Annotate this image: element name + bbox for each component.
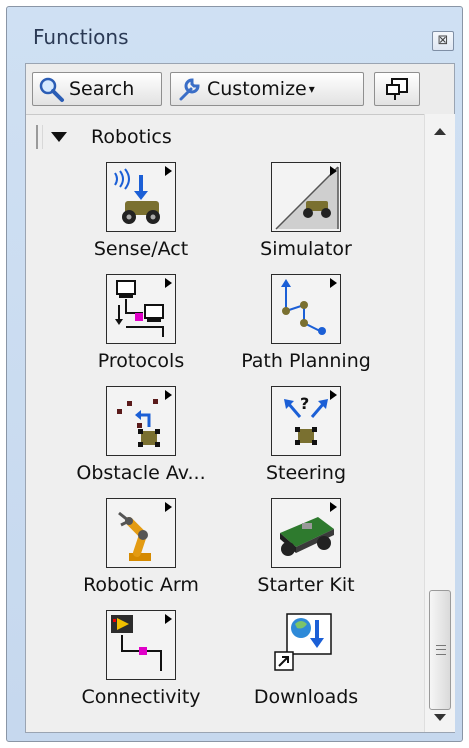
path-planning-icon: [271, 274, 341, 344]
wrench-icon: [179, 78, 200, 101]
steering-icon: ?: [271, 386, 341, 456]
svg-text:?: ?: [300, 394, 309, 413]
item-label: Path Planning: [241, 350, 371, 372]
view-options-button[interactable]: [374, 72, 420, 106]
item-label: Connectivity: [81, 686, 201, 708]
scroll-thumb[interactable]: [429, 590, 451, 710]
palette-item-obstacle-avoidance[interactable]: Obstacle Av...: [56, 386, 226, 484]
palette-item-downloads[interactable]: Downloads: [221, 610, 391, 708]
palette-item-path-planning[interactable]: Path Planning: [221, 274, 391, 372]
palette-item-protocols[interactable]: Protocols: [56, 274, 226, 372]
functions-palette-window: Functions ⊠ Search Customize ▾ Robotics …: [6, 6, 463, 742]
toolbar: Search Customize ▾: [26, 64, 454, 115]
customize-dropdown-icon: ▾: [308, 82, 315, 96]
palette-body: Search Customize ▾ Robotics Sense/Act Si…: [25, 63, 455, 733]
item-label: Sense/Act: [93, 238, 189, 260]
item-label: Obstacle Av...: [76, 462, 206, 484]
item-label: Protocols: [97, 350, 185, 372]
collapse-triangle-icon[interactable]: [51, 132, 67, 142]
palette-item-simulator[interactable]: Simulator: [221, 162, 391, 260]
sense-act-icon: [106, 162, 176, 232]
item-label: Simulator: [260, 238, 352, 260]
customize-label: Customize: [207, 78, 307, 100]
search-button[interactable]: Search: [32, 72, 162, 106]
item-label: Downloads: [253, 686, 359, 708]
search-label: Search: [69, 78, 135, 100]
close-icon: ⊠: [437, 33, 449, 48]
search-icon: [39, 77, 64, 102]
scroll-up-icon[interactable]: [434, 128, 446, 135]
customize-button[interactable]: Customize ▾: [170, 72, 364, 106]
item-label: Robotic Arm: [83, 574, 199, 596]
palette-item-connectivity[interactable]: Connectivity: [56, 610, 226, 708]
window-title: Functions: [33, 25, 129, 49]
simulator-icon: [271, 162, 341, 232]
robotics-section-header[interactable]: Robotics: [36, 122, 406, 152]
grip-lines-icon: [436, 645, 446, 655]
palette-item-robotic-arm[interactable]: Robotic Arm: [56, 498, 226, 596]
vertical-scrollbar[interactable]: [424, 114, 455, 732]
starter-kit-icon: [271, 498, 341, 568]
section-label: Robotics: [91, 126, 172, 148]
palette-item-starter-kit[interactable]: Starter Kit: [221, 498, 391, 596]
obstacle-avoidance-icon: [106, 386, 176, 456]
close-button[interactable]: ⊠: [432, 31, 454, 51]
protocols-icon: [106, 274, 176, 344]
item-label: Steering: [265, 462, 347, 484]
downloads-icon: [271, 610, 341, 680]
section-grip-icon: [36, 125, 43, 149]
connectivity-icon: [106, 610, 176, 680]
scroll-down-icon[interactable]: [434, 714, 446, 721]
palette-item-steering[interactable]: ? Steering: [221, 386, 391, 484]
robotic-arm-icon: [106, 498, 176, 568]
window-resize-icon: [386, 78, 408, 100]
item-label: Starter Kit: [257, 574, 355, 596]
palette-item-sense-act[interactable]: Sense/Act: [56, 162, 226, 260]
